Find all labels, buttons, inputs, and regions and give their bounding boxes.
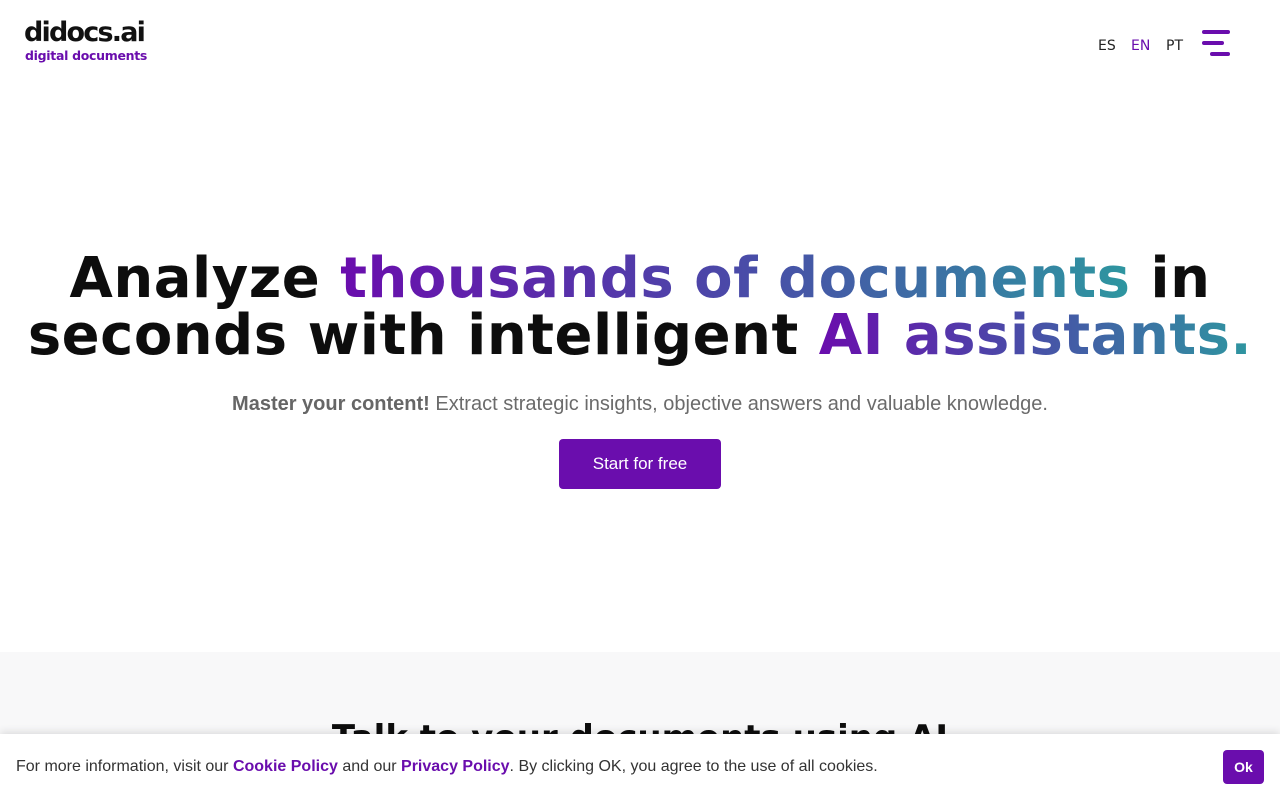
privacy-policy-link[interactable]: Privacy Policy: [401, 758, 510, 775]
hero-title-highlight2: AI assistants.: [818, 303, 1253, 368]
hero-subtitle-rest: Extract strategic insights, objective an…: [429, 393, 1048, 415]
cookie-message: For more information, visit our Cookie P…: [16, 758, 878, 776]
hamburger-menu-icon[interactable]: [1200, 28, 1232, 58]
cookie-policy-link[interactable]: Cookie Policy: [233, 758, 338, 775]
logo-wordmark: didocs.ai: [24, 17, 146, 48]
cookie-text-middle: and our: [337, 758, 402, 775]
hero-subtitle-bold: Master your content!: [232, 393, 430, 415]
cookie-ok-button[interactable]: Ok: [1223, 750, 1264, 784]
logo-tagline: digital documents: [25, 48, 148, 63]
hero-title: Analyze thousands of documents in second…: [0, 250, 1280, 364]
site-header: didocs.ai digital documents ES EN PT: [0, 0, 1280, 90]
hero-subtitle: Master your content! Extract strategic i…: [0, 392, 1280, 416]
lang-en-link[interactable]: EN: [1131, 38, 1150, 54]
cookie-banner: For more information, visit our Cookie P…: [0, 734, 1280, 800]
lang-pt-link[interactable]: PT: [1166, 38, 1183, 54]
didocs-logo[interactable]: didocs.ai digital documents: [24, 18, 154, 70]
hero-title-part1: Analyze: [69, 246, 341, 311]
start-for-free-button[interactable]: Start for free: [559, 439, 721, 489]
lang-es-link[interactable]: ES: [1098, 38, 1116, 54]
cookie-text-before: For more information, visit our: [16, 758, 233, 775]
cookie-text-after: . By clicking OK, you agree to the use o…: [509, 758, 878, 775]
hero-title-highlight1: thousands of documents: [340, 246, 1131, 311]
